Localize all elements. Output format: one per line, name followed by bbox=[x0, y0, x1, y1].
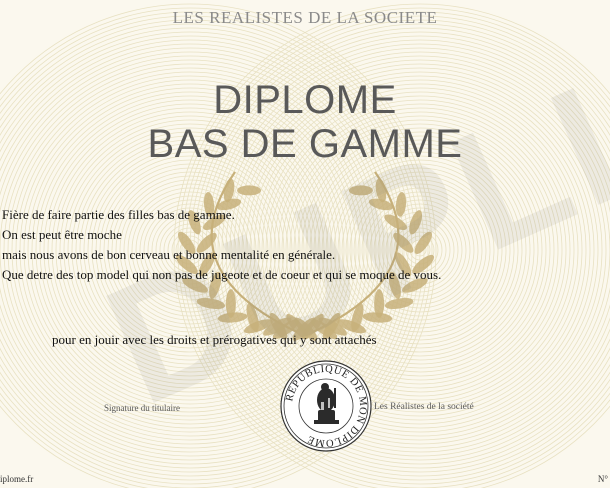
issuer-signature-label: Les Réalistes de la société bbox=[374, 402, 474, 412]
diploma-title-line2: BAS DE GAMME bbox=[147, 122, 463, 166]
holder-signature-label: Signature du titulaire bbox=[104, 403, 180, 413]
footer-number-label: N° bbox=[597, 474, 608, 484]
body-line: mais nous avons de bon cerveau et bonne … bbox=[2, 247, 336, 262]
diploma-page: DUPLIC LES REALISTES DE LA SOCIETE DIPLO… bbox=[0, 0, 610, 488]
body-line: Que detre des top model qui non pas de j… bbox=[2, 267, 442, 282]
body-line: On est peut être moche bbox=[2, 227, 122, 242]
diploma-body: Fière de faire partie des filles bas de … bbox=[2, 205, 602, 285]
diploma-title-line1: DIPLOME bbox=[213, 78, 397, 122]
rights-text: pour en jouir avec les droits et préroga… bbox=[52, 332, 377, 347]
seal-icon: REPUBLIQUE DE MON DIPLOME bbox=[278, 358, 374, 454]
footer-site: iplome.fr bbox=[0, 474, 34, 484]
organization-name: LES REALISTES DE LA SOCIETE bbox=[172, 8, 438, 27]
body-line: Fière de faire partie des filles bas de … bbox=[2, 207, 235, 222]
